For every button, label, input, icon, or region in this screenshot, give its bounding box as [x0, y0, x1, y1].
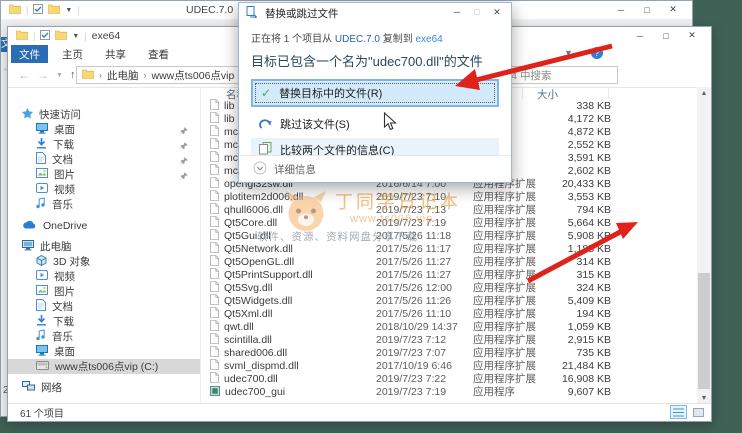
minimize-button[interactable]: ─: [627, 27, 653, 44]
help-icon[interactable]: ?: [590, 47, 603, 59]
download-icon: [36, 314, 47, 329]
copy-progress-line: 正在将 1 个项目从 UDEC.7.0 复制到 exe64: [251, 34, 443, 45]
desktop-icon: [36, 344, 48, 359]
app-icon: [210, 385, 220, 400]
folder-icon: [81, 69, 95, 82]
sidebar-item-videos[interactable]: 视频: [8, 269, 200, 284]
document-icon: [36, 152, 46, 167]
tab-file[interactable]: 文件: [11, 45, 48, 63]
dialog-minimize-button[interactable]: ─: [447, 3, 467, 21]
destination-folder: exe64: [415, 34, 443, 45]
source-folder: UDEC.7.0: [334, 34, 380, 45]
tab-view[interactable]: 查看: [140, 45, 177, 63]
maximize-button[interactable]: □: [653, 27, 679, 44]
folder-icon: [15, 30, 29, 43]
dialog-titlebar: 替换或跳过文件 ─ □ ✕: [239, 3, 511, 23]
pictures-icon: [36, 168, 48, 181]
videos-icon: [36, 183, 48, 196]
column-header-size[interactable]: 大小: [537, 87, 558, 102]
sidebar-item-desktop[interactable]: 桌面: [8, 122, 200, 137]
tab-home[interactable]: 主页: [54, 45, 91, 63]
sidebar-item-document[interactable]: 文档: [8, 299, 200, 314]
folder-icon: [48, 4, 61, 17]
dialog-maximize-button: □: [474, 7, 480, 17]
file-row[interactable]: udec700.dll 2019/7/23 7:22 应用程序扩展 16,908 KB: [204, 372, 696, 386]
replace-skip-dialog: 替换或跳过文件 ─ □ ✕ 正在将 1 个项目从 UDEC.7.0 复制到 ex…: [238, 2, 512, 183]
qat-check-icon[interactable]: [33, 3, 44, 17]
ribbon-collapse-icon[interactable]: ▼: [564, 48, 573, 58]
music-icon: [36, 197, 46, 212]
breadcrumb-this-pc[interactable]: 此电脑: [107, 68, 139, 83]
maximize-button[interactable]: □: [634, 1, 660, 18]
large-icons-view-button[interactable]: [690, 405, 707, 419]
desktop-icon: [36, 122, 48, 137]
pictures-icon: [36, 285, 48, 298]
up-button[interactable]: ↑: [70, 69, 76, 81]
drive-icon: [36, 360, 49, 373]
sidebar-item-this-pc[interactable]: 此电脑: [8, 239, 200, 254]
breadcrumb-separator-icon: ›: [143, 70, 147, 80]
sidebar-item-music[interactable]: 音乐: [8, 197, 200, 212]
sidebar-item-pictures[interactable]: 图片: [8, 284, 200, 299]
sidebar-item-document[interactable]: 文档: [8, 152, 200, 167]
recent-locations-icon[interactable]: ▼: [56, 72, 63, 79]
music-icon: [36, 329, 46, 344]
sidebar-item-download[interactable]: 下载: [8, 137, 200, 152]
this-pc-icon: [22, 239, 34, 254]
sidebar-item-network[interactable]: 网络: [8, 380, 200, 395]
replace-file-button[interactable]: ✓ 替换目标中的文件(R): [251, 79, 499, 107]
details-toggle[interactable]: 详细信息: [239, 155, 511, 182]
quick-access-icon: [22, 107, 33, 122]
sidebar-item-quick-access[interactable]: 快速访问: [8, 107, 200, 122]
forward-button[interactable]: →: [37, 68, 49, 82]
navigation-pane: 快速访问 桌面 下载 文档 图片 视频 音乐 OneDrive 此电脑 3D 对象 视频 图片 文档 下载…: [8, 87, 201, 404]
tab-share[interactable]: 共享: [97, 45, 134, 63]
qat-check-icon[interactable]: [40, 29, 51, 43]
conflict-headline: 目标已包含一个名为"udec700.dll"的文件: [251, 54, 483, 69]
folder-icon: [8, 4, 22, 17]
sidebar-item-download[interactable]: 下载: [8, 314, 200, 329]
copy-file-icon: [246, 5, 259, 21]
desktop: | ▼ | UDEC.7.0 ─ □ ✕ 文 ← 2 | ▼ | exe64 ─…: [0, 0, 742, 433]
document-icon: [36, 299, 46, 314]
skip-icon: [259, 117, 272, 132]
item-count: 61 个项目: [20, 409, 64, 420]
close-button[interactable]: ✕: [679, 27, 705, 44]
3d-objects-icon: [36, 254, 47, 269]
sidebar-item-videos[interactable]: 视频: [8, 182, 200, 197]
scrollbar-thumb[interactable]: [698, 273, 710, 389]
scroll-up-icon[interactable]: ▲: [697, 87, 711, 99]
udec-window-title: UDEC.7.0: [186, 4, 234, 16]
videos-icon: [36, 270, 48, 283]
sidebar-item-3d-objects[interactable]: 3D 对象: [8, 254, 200, 269]
qat-dropdown-icon[interactable]: ▼: [72, 33, 79, 40]
file-row[interactable]: udec700_gui 2019/7/23 7:19 应用程序 9,607 KB: [204, 385, 696, 400]
sidebar-item-desktop[interactable]: 桌面: [8, 344, 200, 359]
qat-dropdown-icon[interactable]: ▼: [65, 7, 72, 14]
status-bar: 61 个项目: [8, 403, 711, 421]
green-check-icon: ✓: [261, 86, 272, 100]
onedrive-icon: [22, 220, 37, 232]
skip-file-button[interactable]: 跳过该文件(S): [251, 112, 499, 136]
sidebar-item-onedrive[interactable]: OneDrive: [8, 218, 200, 233]
download-icon: [36, 137, 47, 152]
network-icon: [22, 381, 35, 394]
sidebar-item-pictures[interactable]: 图片: [8, 167, 200, 182]
folder-icon: [55, 30, 68, 43]
sidebar-item-music[interactable]: 音乐: [8, 329, 200, 344]
dialog-title: 替换或跳过文件: [265, 7, 339, 20]
details-view-button[interactable]: [670, 405, 687, 419]
explorer-window-title: exe64: [91, 30, 121, 42]
minimize-button[interactable]: ─: [608, 1, 634, 18]
back-button[interactable]: ←: [18, 68, 30, 82]
chevron-down-circle-icon: [253, 161, 267, 178]
breadcrumb-separator-icon: ›: [99, 70, 102, 80]
dialog-close-button[interactable]: ✕: [487, 3, 507, 21]
close-button[interactable]: ✕: [660, 1, 686, 18]
sidebar-item-drive[interactable]: www点ts006点vip (C:): [8, 359, 200, 374]
file-list-scrollbar[interactable]: ▲ ▼: [697, 87, 711, 404]
